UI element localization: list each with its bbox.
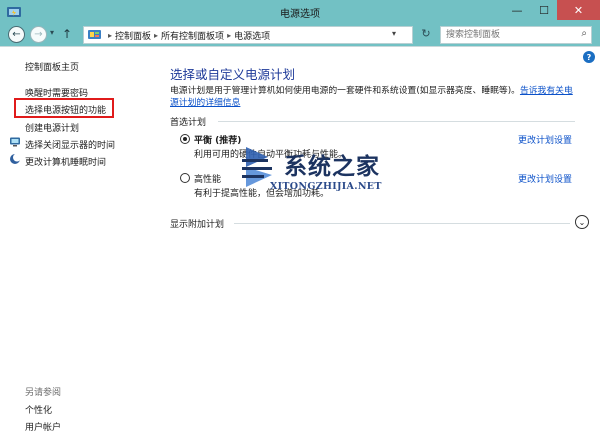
search-icon[interactable]: ⌕: [581, 28, 587, 39]
display-shield-icon: [10, 137, 20, 147]
link-turn-off-display[interactable]: 选择关闭显示器的时间: [25, 138, 115, 151]
address-bar: ← → ▾ ↑ ▸ 控制面板 ▸ 所有控制面板项 ▸ 电源选项 ▾ ↻ ⌕: [0, 24, 600, 46]
recent-locations-dropdown-icon[interactable]: ▾: [50, 28, 54, 37]
maximize-button[interactable]: ☐: [531, 0, 557, 20]
breadcrumb-item-all-items[interactable]: 所有控制面板项: [161, 29, 224, 42]
section-divider: [218, 121, 575, 122]
watermark-brand: 系统之家: [284, 153, 380, 180]
plan-high-performance-radio[interactable]: [180, 173, 190, 183]
radio-selected-dot: [183, 137, 187, 141]
breadcrumb-separator-icon: ▸: [108, 30, 113, 40]
link-create-power-plan[interactable]: 创建电源计划: [25, 121, 79, 134]
link-user-accounts[interactable]: 用户帐户: [25, 420, 61, 433]
content-area: ? 控制面板主页 唤醒时需要密码 选择电源按钮的功能 创建电源计划 选择关闭显示…: [0, 46, 600, 447]
main-pane: 选择或自定义电源计划 电源计划是用于管理计算机如何使用电源的一套硬件和系统设置(…: [170, 47, 590, 447]
title-bar: 电源选项 — ☐ ✕: [0, 0, 600, 24]
plan-balanced-radio[interactable]: [180, 134, 190, 144]
back-button[interactable]: ←: [8, 26, 25, 43]
up-button[interactable]: ↑: [62, 27, 72, 41]
link-choose-power-buttons[interactable]: 选择电源按钮的功能: [25, 103, 106, 116]
breadcrumb-separator-icon: ▸: [154, 30, 159, 40]
link-change-sleep-time[interactable]: 更改计算机睡眠时间: [25, 155, 106, 168]
minimize-button[interactable]: —: [503, 0, 531, 20]
link-personalization[interactable]: 个性化: [25, 403, 52, 416]
breadcrumb-item-control-panel[interactable]: 控制面板: [115, 29, 151, 42]
refresh-icon[interactable]: ↻: [418, 27, 434, 43]
watermark-url: XITONGZHIJIA.NET: [270, 181, 382, 192]
control-panel-icon: [88, 30, 101, 39]
search-box[interactable]: ⌕: [440, 26, 592, 44]
breadcrumb-separator-icon: ▸: [227, 30, 232, 40]
show-additional-plans[interactable]: 显示附加计划: [170, 217, 224, 230]
window-frame: 电源选项 — ☐ ✕ ← → ▾ ↑ ▸ 控制面板 ▸ 所有控制面板项 ▸ 电源…: [0, 0, 600, 447]
preferred-plans-heading: 首选计划: [170, 118, 207, 128]
sleep-moon-icon: [10, 153, 21, 164]
breadcrumb-item-power-options[interactable]: 电源选项: [234, 29, 270, 42]
address-dropdown-icon[interactable]: ▾: [392, 29, 396, 38]
watermark: 系统之家 XITONGZHIJIA.NET: [232, 137, 404, 237]
description-text: 电源计划是用于管理计算机如何使用电源的一套硬件和系统设置(如显示器亮度、睡眠等)…: [170, 86, 520, 96]
plan-name[interactable]: 高性能: [194, 172, 221, 185]
change-plan-settings-balanced[interactable]: 更改计划设置: [518, 133, 572, 146]
expand-chevron-icon[interactable]: ⌄: [575, 215, 589, 229]
change-plan-settings-high-performance[interactable]: 更改计划设置: [518, 172, 572, 185]
close-button[interactable]: ✕: [557, 0, 600, 20]
page-description: 电源计划是用于管理计算机如何使用电源的一套硬件和系统设置(如显示器亮度、睡眠等)…: [170, 85, 575, 109]
page-title: 选择或自定义电源计划: [170, 67, 296, 82]
left-pane: 控制面板主页 唤醒时需要密码 选择电源按钮的功能 创建电源计划 选择关闭显示器的…: [0, 47, 160, 447]
forward-button[interactable]: →: [30, 26, 47, 43]
control-panel-home-link[interactable]: 控制面板主页: [25, 60, 79, 73]
see-also-heading: 另请参阅: [25, 388, 62, 398]
breadcrumb[interactable]: ▸ 控制面板 ▸ 所有控制面板项 ▸ 电源选项 ▾: [83, 26, 413, 44]
search-input[interactable]: [441, 27, 569, 43]
